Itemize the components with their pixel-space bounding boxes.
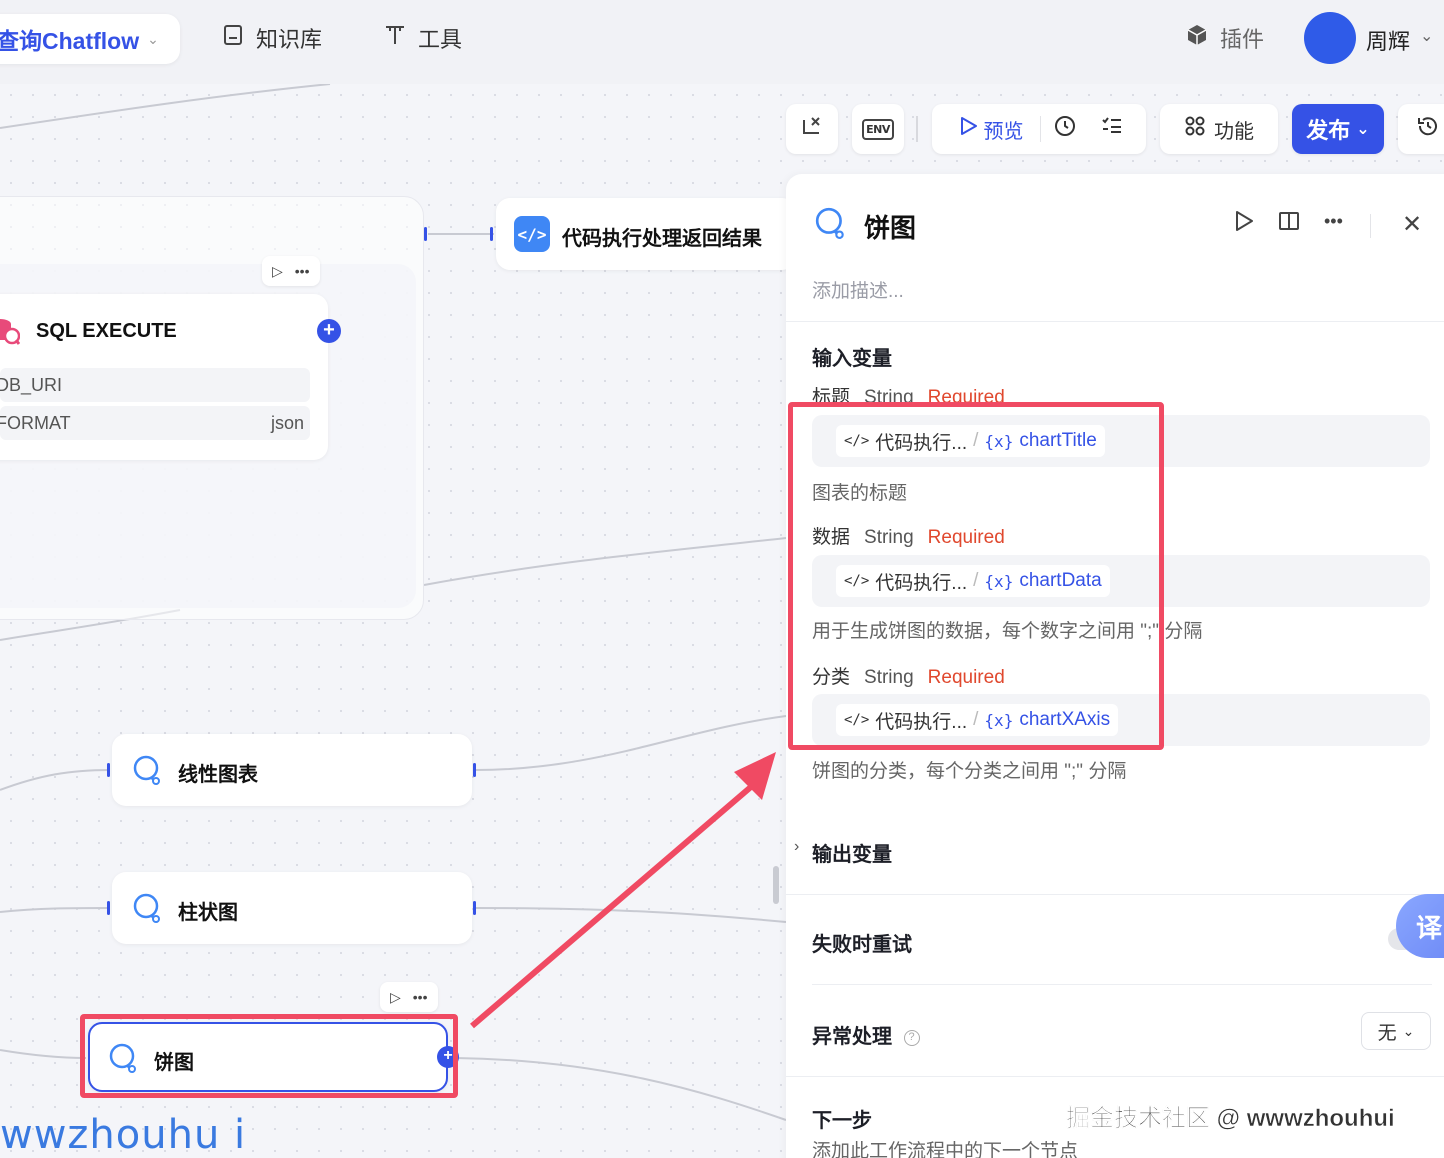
divider [786, 321, 1444, 322]
error-handling-label: 异常处理 [812, 1026, 892, 1048]
panel-actions: ••• [1234, 210, 1343, 238]
highlight-box [788, 402, 1164, 750]
divider [812, 984, 1432, 985]
watermark: 掘金技术社区 @ wwwzhouhui [1066, 1105, 1395, 1133]
more-icon[interactable]: ••• [1324, 210, 1343, 238]
input-variables-title: 输入变量 [812, 348, 892, 370]
watermark: wwzhouhu i [0, 1112, 247, 1158]
help-icon[interactable]: ? [903, 1029, 920, 1046]
chevron-right-icon[interactable]: › [794, 838, 799, 856]
divider [786, 1076, 1444, 1077]
panel-title[interactable]: 饼图 [864, 208, 916, 245]
description-input[interactable]: 添加描述... [812, 276, 904, 303]
chart-search-icon [815, 207, 844, 240]
divider [786, 894, 1444, 895]
play-icon[interactable] [1234, 210, 1254, 238]
error-handling-select[interactable]: 无 ⌄ [1361, 1012, 1431, 1050]
divider [1370, 214, 1371, 238]
chevron-down-icon: ⌄ [1402, 1022, 1415, 1039]
book-open-icon[interactable] [1278, 210, 1300, 238]
select-value: 无 [1377, 1022, 1397, 1044]
output-variables-title[interactable]: 输出变量 [812, 838, 892, 867]
panel-resize-handle[interactable] [773, 866, 779, 904]
next-step-hint: 添加此工作流程中的下一个节点 [812, 1141, 1079, 1158]
close-icon[interactable]: ✕ [1402, 210, 1422, 239]
next-step-title: 下一步 [812, 1110, 872, 1132]
error-handling-title: 异常处理 ? [812, 1020, 920, 1049]
retry-title: 失败时重试 [812, 934, 912, 956]
variable-hint: 饼图的分类，每个分类之间用 ";" 分隔 [812, 761, 1127, 782]
